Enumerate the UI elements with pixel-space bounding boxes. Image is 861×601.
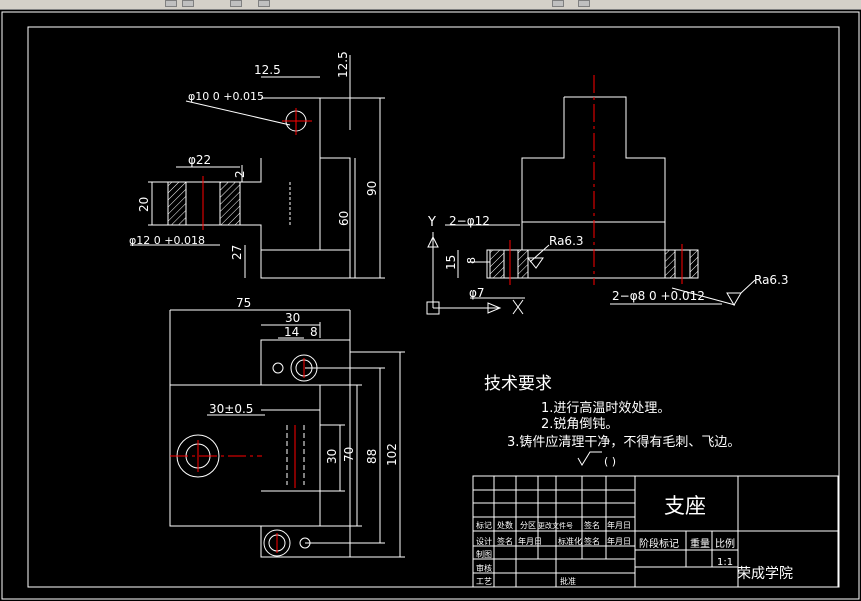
toolbar-button-4[interactable] <box>258 0 270 7</box>
tb-review-label: 审核 <box>476 563 492 573</box>
dim-30-tolerance: 30±0.5 <box>209 402 253 416</box>
dim-70: 70 <box>342 447 356 462</box>
school-name: 荣成学院 <box>737 566 793 582</box>
dim-12-5-h: 12.5 <box>254 63 281 77</box>
tb-row1-col4: 更改文件号 <box>538 521 573 530</box>
hole-2x12-label: 2−φ12 <box>449 214 490 228</box>
tb-weight-label: 重量 <box>690 537 710 550</box>
tb-row1-col2: 处数 <box>497 520 513 530</box>
tb-row2-col6: 年月日 <box>607 536 631 546</box>
dim-14: 14 <box>284 325 299 339</box>
tb-row1-col3: 分区 <box>520 521 536 530</box>
dim-30-vertical: 30 <box>325 449 339 464</box>
dim-20: 20 <box>137 197 151 212</box>
toolbar-button-1[interactable] <box>165 0 177 7</box>
bore-tolerance-label: φ12 0 +0.018 <box>129 234 205 247</box>
tb-scale-label: 比例 <box>715 537 735 550</box>
tb-draft-label: 制图 <box>476 549 492 559</box>
tb-approve-label: 批准 <box>560 576 576 586</box>
dim-2: 2 <box>233 170 247 178</box>
cad-toolbar <box>0 0 861 10</box>
toolbar-button-6[interactable] <box>578 0 590 7</box>
toolbar-button-3[interactable] <box>230 0 242 7</box>
tb-row1-col1: 标记 <box>476 520 492 530</box>
dim-102: 102 <box>385 443 399 466</box>
roughness-note: ( ) <box>604 455 616 468</box>
dim-15-side: 15 <box>444 255 458 270</box>
roughness-label-2: Ra6.3 <box>754 273 789 287</box>
toolbar-button-5[interactable] <box>552 0 564 7</box>
tb-row2-col5: 签名 <box>584 536 600 546</box>
tb-row2-col2: 签名 <box>497 536 513 546</box>
dim-75: 75 <box>236 296 251 310</box>
tech-requirement-3: 3.铸件应清理干净，不得有毛刺、飞边。 <box>507 434 740 450</box>
tb-row2-col4: 标准化 <box>558 536 582 546</box>
hole-tolerance-label: φ10 0 +0.015 <box>188 90 264 103</box>
tb-row2-col3: 年月日 <box>518 536 542 546</box>
tb-row2-col1: 设计 <box>476 536 492 546</box>
tb-process-label: 工艺 <box>476 577 492 586</box>
dim-8-top: 8 <box>310 325 318 339</box>
tech-requirements-title: 技术要求 <box>484 374 552 394</box>
pin-tolerance-label: 2−φ8 0 +0.012 <box>612 289 705 303</box>
dim-60: 60 <box>337 211 351 226</box>
drawing-canvas[interactable]: 12.5 12.5 φ10 0 +0.015 φ22 2 20 60 90 φ1… <box>0 10 861 601</box>
scale-value: 1:1 <box>717 557 733 568</box>
dim-12-5-v: 12.5 <box>336 51 350 78</box>
tb-row1-col6: 年月日 <box>607 520 631 530</box>
toolbar-button-2[interactable] <box>182 0 194 7</box>
dim-30-top: 30 <box>285 311 300 325</box>
dim-8-side: 8 <box>465 257 478 264</box>
outer-frame <box>1 11 860 600</box>
tb-row1-col5: 签名 <box>584 520 600 530</box>
dim-88: 88 <box>365 449 379 464</box>
top-view <box>169 309 405 558</box>
side-view <box>426 96 756 315</box>
dim-27: 27 <box>230 245 244 260</box>
roughness-label-1: Ra6.3 <box>549 234 584 248</box>
dim-7-side: φ7 <box>469 286 485 300</box>
tb-stage-label: 阶段标记 <box>639 537 679 550</box>
axis-y-label: Y <box>427 215 436 230</box>
tech-requirement-2: 2.锐角倒钝。 <box>541 417 618 432</box>
counterbore-label: φ22 <box>188 153 211 167</box>
part-name: 支座 <box>664 494 706 518</box>
roughness-symbol <box>577 451 602 466</box>
tech-requirement-1: 1.进行高温时效处理。 <box>541 400 670 416</box>
dim-90: 90 <box>365 181 379 196</box>
